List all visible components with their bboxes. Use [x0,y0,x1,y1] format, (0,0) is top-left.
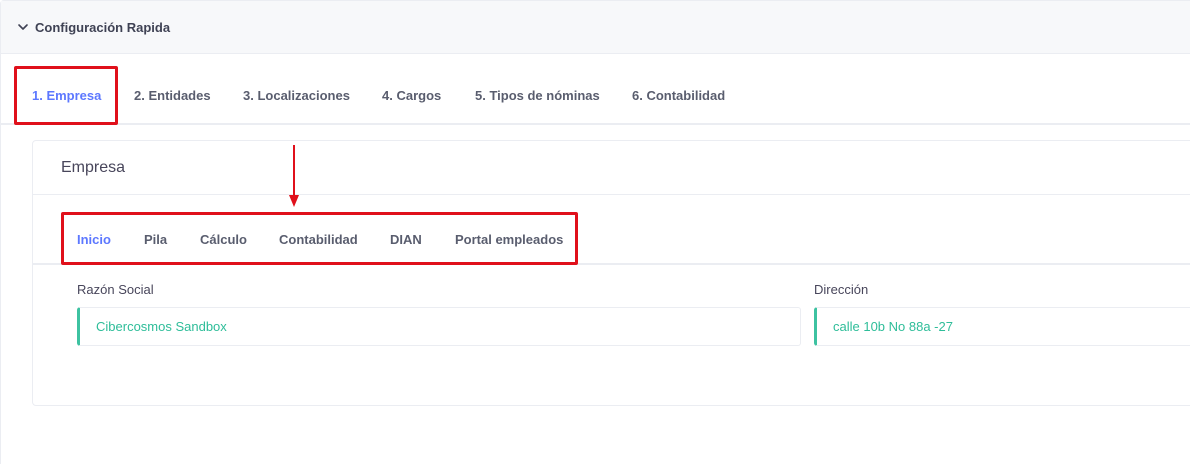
quick-config-header[interactable]: Configuración Rapida [1,1,1190,54]
tab-contabilidad[interactable]: 6. Contabilidad [632,69,725,123]
direccion-field[interactable]: calle 10b No 88a -27 [814,307,1190,346]
subtab-inicio[interactable]: Inicio [77,216,111,263]
arrow-down-icon [289,145,299,207]
subtab-portal-empleados[interactable]: Portal empleados [455,216,563,263]
tab-entidades[interactable]: 2. Entidades [134,69,211,123]
subtab-dian[interactable]: DIAN [390,216,422,263]
page: Configuración Rapida 1. Empresa 2. Entid… [0,0,1190,464]
razon-social-label: Razón Social [77,282,154,297]
subtab-pila[interactable]: Pila [144,216,167,263]
subtab-calculo[interactable]: Cálculo [200,216,247,263]
tab-tipos-de-nominas[interactable]: 5. Tipos de nóminas [475,69,600,123]
tab-localizaciones[interactable]: 3. Localizaciones [243,69,350,123]
subtab-contabilidad[interactable]: Contabilidad [279,216,358,263]
quick-config-title: Configuración Rapida [35,19,171,35]
empresa-sub-tabs: Inicio Pila Cálculo Contabilidad DIAN Po… [33,216,1190,265]
chevron-down-icon[interactable] [11,15,35,39]
razon-social-field[interactable]: Cibercosmos Sandbox [77,307,801,346]
tab-empresa[interactable]: 1. Empresa [32,69,101,123]
empresa-card: Empresa Inicio Pila Cálculo Contabilidad… [32,140,1190,406]
empresa-title: Empresa [61,158,126,176]
empresa-card-header: Empresa [33,141,1190,195]
tab-cargos[interactable]: 4. Cargos [382,69,441,123]
direccion-label: Dirección [814,282,869,297]
main-tabs: 1. Empresa 2. Entidades 3. Localizacione… [1,69,1190,125]
